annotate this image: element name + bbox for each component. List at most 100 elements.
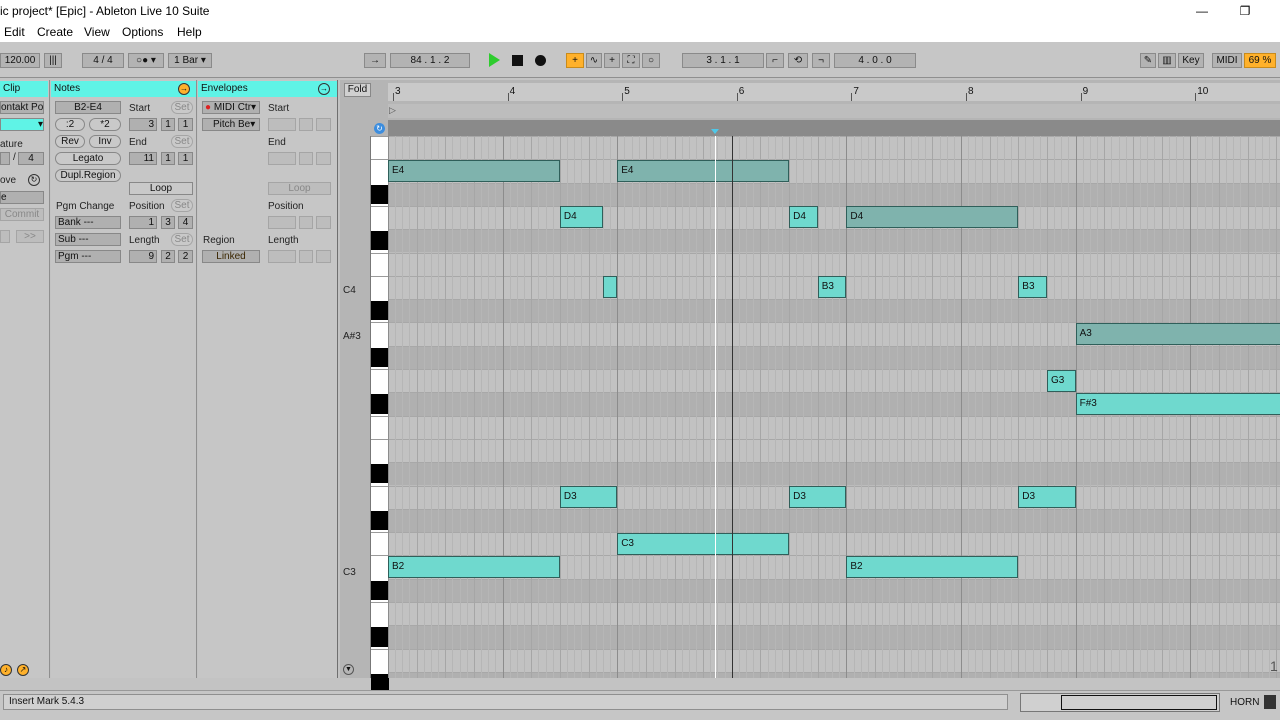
midi-note[interactable]: D3 (559, 486, 618, 508)
midi-map-button[interactable]: MIDI (1212, 53, 1242, 68)
loop-switch-icon[interactable]: ⟲ (788, 53, 808, 68)
midi-note[interactable]: E4 (388, 159, 560, 182)
length-bar-field[interactable]: 9 (129, 250, 157, 263)
start-set-button[interactable]: Set (171, 101, 193, 114)
end-beat-field[interactable]: 1 (161, 152, 175, 165)
bank-field[interactable]: Bank --- (55, 216, 121, 229)
tempo-field[interactable]: 120.00 (0, 53, 40, 68)
groove-hotswap-icon[interactable]: ↻ (28, 174, 40, 186)
minimize-button[interactable]: — (1179, 2, 1225, 20)
clip-activator-icon[interactable]: ♪ (0, 664, 12, 676)
overdub-icon[interactable]: + (566, 53, 584, 68)
insert-marker-icon[interactable] (710, 129, 719, 134)
session-record-icon[interactable]: ○ (642, 53, 660, 68)
double-length-button[interactable]: *2 (89, 118, 121, 131)
punch-out-icon[interactable]: ¬ (812, 53, 830, 68)
black-key[interactable] (371, 301, 389, 321)
midi-note[interactable]: C3 (617, 532, 790, 555)
start-bar-field[interactable]: 3 (129, 118, 157, 131)
metronome-icon[interactable]: ○● ▾ (128, 53, 164, 68)
legato-button[interactable]: Legato (55, 152, 121, 165)
envelopes-expand-icon[interactable]: → (318, 83, 330, 95)
notes-expand-icon[interactable]: → (178, 83, 190, 95)
midi-note[interactable]: D4 (559, 206, 603, 229)
clip-signature-numerator[interactable] (0, 152, 10, 165)
black-key[interactable] (371, 347, 389, 367)
end-bar-field[interactable]: 11 (129, 152, 157, 165)
clip-signature-denominator[interactable]: 4 (18, 152, 44, 165)
arrangement-overview[interactable] (1020, 693, 1220, 712)
time-signature-field[interactable]: 4 / 4 (82, 53, 124, 68)
reenable-automation-icon[interactable]: + (604, 53, 620, 68)
computer-keyboard-icon[interactable]: ▥ (1158, 53, 1176, 68)
midi-note[interactable] (602, 276, 618, 299)
pgm-field[interactable]: Pgm --- (55, 250, 121, 263)
midi-note[interactable]: D4 (846, 206, 1019, 229)
midi-note[interactable]: D3 (789, 486, 847, 508)
midi-note[interactable]: B2 (388, 555, 560, 578)
nav-prev-button[interactable] (0, 230, 10, 243)
menu-create[interactable]: Create (37, 25, 73, 39)
duplicate-region-button[interactable]: Dupl.Region (55, 169, 121, 182)
control-chooser[interactable]: Pitch Be▾ (202, 118, 260, 131)
length-beat-field[interactable]: 2 (161, 250, 175, 263)
maximize-button[interactable]: ❐ (1222, 2, 1268, 20)
black-key[interactable] (371, 231, 389, 251)
midi-note[interactable]: F#3 (1075, 392, 1280, 415)
follow-icon[interactable]: → (364, 53, 386, 68)
midi-note[interactable]: B3 (817, 276, 847, 299)
midi-note[interactable]: B3 (1018, 276, 1047, 299)
commit-button[interactable]: Commit (0, 208, 44, 221)
piano-keyboard[interactable] (370, 136, 389, 697)
end-set-button[interactable]: Set (171, 135, 193, 148)
scrub-area[interactable]: ↻ (374, 120, 1280, 136)
black-key[interactable] (371, 627, 389, 647)
half-length-button[interactable]: :2 (55, 118, 85, 131)
start-marker-icon[interactable]: ▷ (389, 105, 396, 116)
clip-color-field[interactable]: ▾ (0, 118, 44, 131)
invert-button[interactable]: Inv (89, 135, 121, 148)
device-chooser[interactable]: ● MIDI Ctr▾ (202, 101, 260, 114)
play-icon[interactable] (489, 53, 500, 67)
position-set-button[interactable]: Set (171, 199, 193, 212)
midi-note[interactable]: E4 (617, 159, 790, 182)
midi-note[interactable]: B2 (846, 555, 1019, 578)
menu-help[interactable]: Help (177, 25, 202, 39)
position-beat-field[interactable]: 3 (161, 216, 175, 229)
quantize-menu[interactable]: 1 Bar ▾ (168, 53, 212, 68)
record-icon[interactable] (535, 55, 546, 66)
stop-icon[interactable] (512, 55, 523, 66)
follow-playhead-icon[interactable]: ↻ (374, 123, 385, 134)
menu-options[interactable]: Options (122, 25, 163, 39)
position-sixteenth-field[interactable]: 4 (178, 216, 193, 229)
clip-launch-icon[interactable]: ↗ (17, 664, 29, 676)
midi-note[interactable]: D4 (789, 206, 818, 229)
sub-field[interactable]: Sub --- (55, 233, 121, 246)
menu-edit[interactable]: Edit (4, 25, 25, 39)
loop-brace-bar[interactable]: ▷ (388, 104, 1280, 118)
scroll-down-icon[interactable]: ▼ (343, 664, 354, 675)
midi-note[interactable]: G3 (1046, 369, 1076, 392)
start-beat-field[interactable]: 1 (161, 118, 175, 131)
reverse-button[interactable]: Rev (55, 135, 85, 148)
black-key[interactable] (371, 394, 389, 414)
draw-mode-icon[interactable]: ✎ (1140, 53, 1156, 68)
beat-time-ruler[interactable]: 3 4 5 6 7 8 9 10 (388, 83, 1280, 101)
loop-length-field[interactable]: 4 . 0 . 0 (834, 53, 916, 68)
capture-icon[interactable]: ⛶ (622, 53, 640, 68)
clip-name-field[interactable]: ontakt Por (0, 101, 44, 114)
midi-note[interactable]: D3 (1018, 486, 1076, 508)
position-bar-field[interactable]: 1 (129, 216, 157, 229)
punch-in-icon[interactable]: ⌐ (766, 53, 784, 68)
key-map-button[interactable]: Key (1178, 53, 1204, 68)
midi-note[interactable]: A3 (1075, 322, 1280, 345)
fold-button[interactable]: Fold (344, 83, 371, 97)
loop-button[interactable]: Loop (129, 182, 193, 195)
black-key[interactable] (371, 464, 389, 484)
overview-window[interactable] (1061, 695, 1217, 710)
length-set-button[interactable]: Set (171, 233, 193, 246)
nav-next-button[interactable]: >> (16, 230, 44, 243)
start-sixteenth-field[interactable]: 1 (178, 118, 193, 131)
note-grid[interactable]: E4 E4 D4 D4 D4 B3 B3 A3 G3 F#3 D3 D3 D3 C3 B2 B2 (388, 136, 1280, 678)
black-key[interactable] (371, 184, 389, 204)
